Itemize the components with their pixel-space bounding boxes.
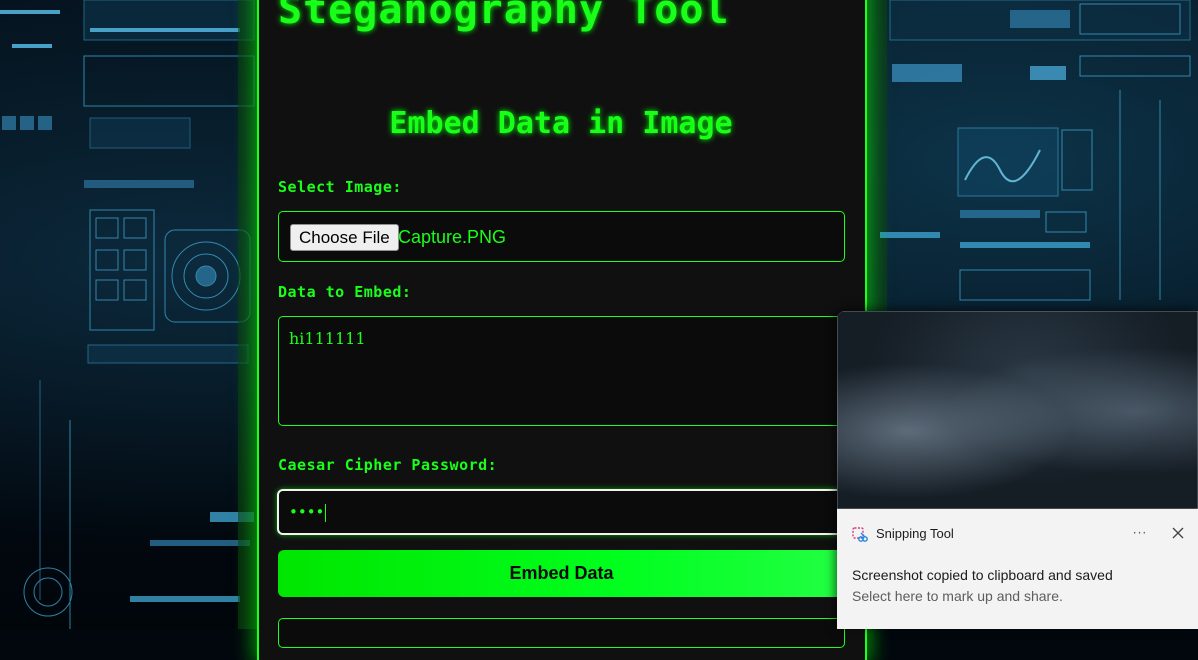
embed-data-button[interactable]: Embed Data xyxy=(278,550,845,597)
text-caret xyxy=(325,503,327,522)
snipping-tool-icon xyxy=(852,527,868,542)
password-label: Caesar Cipher Password: xyxy=(278,456,498,474)
section-heading: Embed Data in Image xyxy=(389,106,733,141)
notification-app-name: Snipping Tool xyxy=(876,526,954,541)
more-options-icon[interactable]: ··· xyxy=(1130,523,1150,543)
choose-file-button[interactable]: Choose File xyxy=(290,224,399,251)
close-icon[interactable] xyxy=(1170,525,1186,541)
snipping-tool-notification[interactable]: Snipping Tool ··· Screenshot copied to c… xyxy=(837,311,1198,629)
image-file-input[interactable]: Choose File Capture.PNG xyxy=(278,211,845,262)
output-box xyxy=(278,618,845,648)
password-masked-value: •••• xyxy=(289,503,325,521)
selected-file-name: Capture.PNG xyxy=(398,227,507,247)
notification-sub-message: Select here to mark up and share. xyxy=(852,588,1063,604)
data-to-embed-label: Data to Embed: xyxy=(278,283,412,301)
page-title: Steganography Tool xyxy=(278,0,730,33)
select-image-label: Select Image: xyxy=(278,178,402,196)
password-input[interactable]: •••• xyxy=(277,489,845,535)
data-to-embed-value: hi111111 xyxy=(289,329,366,348)
notification-message: Screenshot copied to clipboard and saved xyxy=(852,567,1113,583)
screenshot-thumbnail[interactable] xyxy=(837,311,1198,509)
notification-body[interactable]: Snipping Tool ··· Screenshot copied to c… xyxy=(837,509,1198,629)
data-to-embed-textarea[interactable]: hi111111 xyxy=(278,316,845,426)
